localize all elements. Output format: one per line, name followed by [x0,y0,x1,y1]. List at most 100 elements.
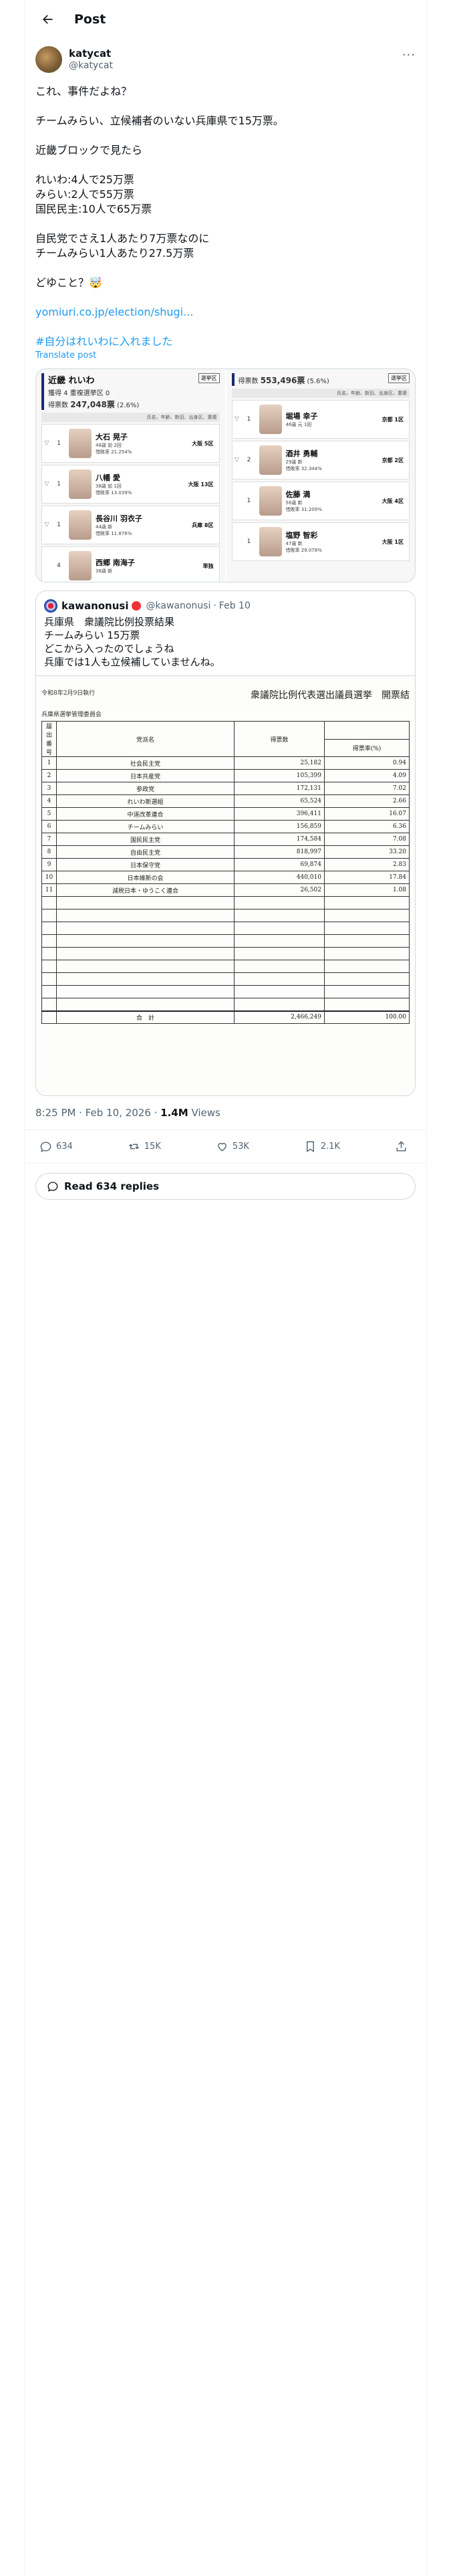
author-row: katycat @katycat ··· [25,39,426,76]
avatar[interactable] [35,46,62,73]
quoted-post[interactable]: kawanonusi @kawanonusi · Feb 10 兵庫県 衆議院比… [35,591,416,1096]
right-border [426,0,427,2576]
heart-icon [218,1143,227,1152]
table-row: 10 日本維新の会 440,010 17.84 [41,871,410,884]
top-bar: Post [25,0,426,39]
post-line: みらい:2人で55万票 [35,188,134,201]
candidate-card: ▽ 1 八幡 愛 38歳 前 1回 惜敗率 13.039% 大阪 13区 [41,465,220,504]
post-line [35,217,416,231]
candidate-photo [259,445,282,475]
candidate-photo [69,429,92,458]
share-button[interactable] [395,1140,412,1153]
article-link[interactable]: yomiuri.co.jp/election/shugi... [35,305,416,320]
post-line: 近畿ブロックで見たら [35,144,143,156]
table-row: 4 れいわ新選組 65,524 2.66 [41,794,410,808]
post-line: れいわ:4人で25万票 [35,173,134,186]
post-line: チームみらい、立候補者のいない兵庫県で15万票。 [35,114,284,127]
quote-date: Feb 10 [218,601,251,611]
blank-row [41,947,410,960]
read-replies-button[interactable]: Read 634 replies [35,1173,416,1200]
author-handle[interactable]: @katycat [69,60,113,72]
candidate-card: ▽ 2 酒井 勇輔 29歳 新惜敗率 32.344% 京都 2区 [231,441,410,479]
bookmark-icon [306,1141,314,1152]
quote-avatar [44,599,57,613]
quote-handle: @kawanonusi [146,601,211,611]
quote-display-name: kawanonusi [61,600,129,612]
total-row: 合 計 2,466,249 100.00 [41,1010,410,1024]
left-results-panel: 近畿 れいわ 獲得 4 重複選挙区 0 得票数 247,048票 (2.6%) … [36,369,225,582]
doc-committee: 兵庫県選挙管理委員会 [41,712,102,718]
candidate-photo [69,510,92,540]
table-row: 2 日本共産党 105,399 4.09 [41,769,410,782]
post-line [35,261,416,276]
like-button[interactable]: 53K [216,1140,249,1153]
reply-icon [40,1142,51,1152]
party-sub: 獲得 4 重複選挙区 0 [48,390,110,397]
table-row: 1 社会民主党 25,182 0.94 [41,756,410,770]
post-line: 国民民主:10人で65万票 [35,203,152,215]
timestamp-row: 8:25 PM · Feb 10, 2026 · 1.4M Views [25,1096,426,1130]
right-results-panel: 得票数 553,496票 (5.6%) 選挙区 氏名、年齢、新旧、出身区、重複 … [226,369,415,582]
candidate-photo [69,469,92,499]
candidate-photo [259,527,282,556]
repost-icon [128,1144,139,1150]
author-display-name[interactable]: katycat [69,47,113,60]
district-button: 選挙区 [388,373,410,383]
candidate-card: ▽ 1 大石 晃子 48歳 前 2回 惜敗率 21.254% 大阪 5区 [41,424,220,463]
candidate-card: 4 西郷 南海子 38歳 新 単独 [41,546,220,582]
party-votes: 247,048票 [70,400,115,409]
party-name: 近畿 れいわ [48,376,95,386]
district-button: 選挙区 [198,373,220,383]
reply-icon [47,1182,58,1192]
blank-row [41,972,410,986]
bookmark-button[interactable]: 2.1K [304,1140,340,1153]
translate-post-link[interactable]: Translate post [25,349,426,360]
table-row: 7 国民民主党 174,584 7.08 [41,833,410,846]
blank-row [41,909,410,922]
candidate-card: ▽ 1 堀場 幸子 46歳 元 1回 京都 1区 [231,400,410,439]
doc-title: 衆議院比例代表選出議員選挙 開票結 [251,690,410,701]
table-row: 9 日本保守党 69,874 2.83 [41,858,410,871]
doc-date: 令和8年2月9日執行 [41,690,96,697]
blank-row [41,985,410,998]
blank-row [41,934,410,948]
repost-button[interactable]: 15K [128,1140,161,1153]
table-row: 5 中道改革連合 396,411 16.07 [41,807,410,821]
post-line [35,99,416,114]
candidate-card: ▽ 1 長谷川 羽衣子 44歳 新惜敗率 11.876% 兵庫 8区 [41,506,220,544]
blank-row [41,922,410,935]
flag-badge-icon [131,601,141,611]
candidate-photo [259,486,282,516]
post-time[interactable]: 8:25 PM · Feb 10, 2026 · [35,1107,160,1119]
back-button[interactable] [35,7,59,31]
post-line: チームみらい1人あたり27.5万票 [35,247,194,259]
blank-row [41,896,410,909]
share-icon [396,1141,406,1152]
table-row: 3 参政党 172,131 7.02 [41,782,410,795]
blank-row [41,998,410,1011]
post-image[interactable]: 近畿 れいわ 獲得 4 重複選挙区 0 得票数 247,048票 (2.6%) … [35,368,416,582]
filter-bar: 氏名、年齢、新旧、出身区、重複 [231,389,410,398]
more-options-icon[interactable]: ··· [402,48,416,62]
post-line: どゆこと？🤯 [35,276,102,289]
arrow-left-icon [43,15,53,24]
candidate-card: 1 佐藤 満 56歳 新惜敗率 31.209% 大阪 4区 [231,481,410,520]
reply-button[interactable]: 634 [39,1140,73,1153]
candidate-photo [69,551,92,580]
post-line: これ、事件だよね？ [35,85,132,98]
filter-bar: 氏名、年齢、新旧、出身区、重複 [41,413,220,422]
action-bar: 634 15K 53K 2.1K [25,1130,426,1164]
hashtag-link[interactable]: #自分はれいわに入れました [35,334,416,349]
table-row: 8 自由民主党 818,997 33.20 [41,845,410,859]
views-count: 1.4M [160,1107,188,1119]
table-row: 6 チームみらい 156,859 6.36 [41,820,410,833]
candidate-photo [259,405,282,434]
post-body: これ、事件だよね？ チームみらい、立候補者のいない兵庫県で15万票。 近畿ブロッ… [25,76,426,349]
candidate-card: 1 塩野 智彩 47歳 新惜敗率 29.078% 大阪 1区 [231,522,410,561]
post-line [35,128,416,143]
blank-row [41,960,410,973]
table-row: 11 減税日本・ゆうこく連合 26,502 1.08 [41,883,410,897]
quote-body: 兵庫県 衆議院比例投票結果 チームみらい 15万票 どこから入ったのでしょうね … [44,616,220,668]
quote-image[interactable]: 令和8年2月9日執行 衆議院比例代表選出議員選挙 開票結 兵庫県選挙管理委員会 … [36,675,415,1095]
post-column: Post katycat @katycat ··· これ、事件だよね？ チームみ… [25,0,426,1209]
